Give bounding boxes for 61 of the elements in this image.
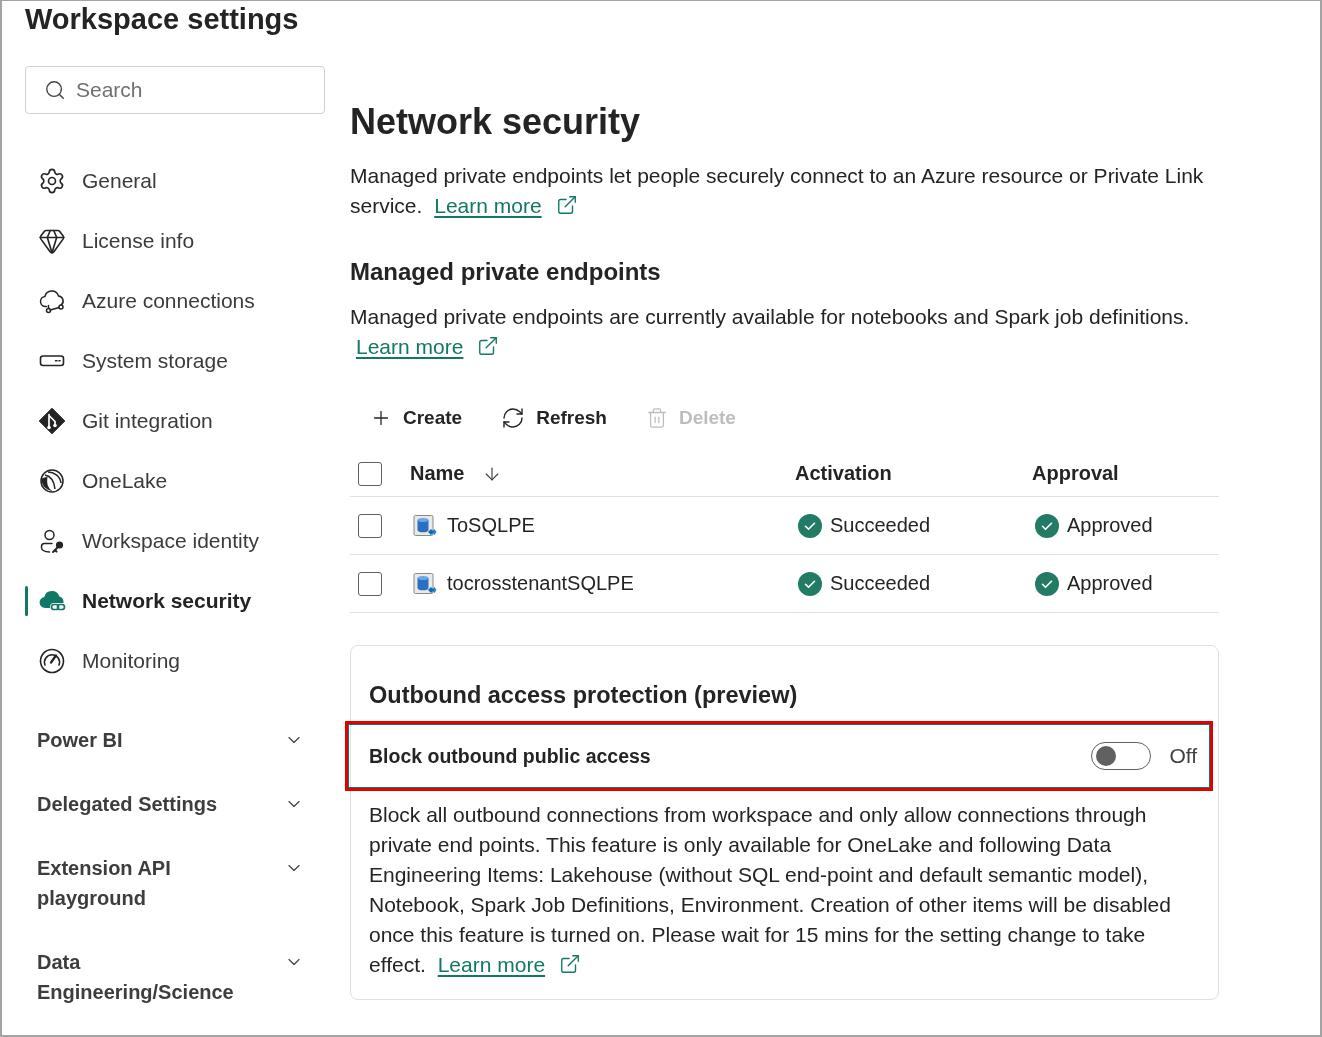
check-circle-icon: [1035, 571, 1059, 596]
selection-indicator: [25, 586, 28, 616]
cloud-nodes-icon: [38, 287, 66, 315]
checkbox[interactable]: [358, 513, 382, 538]
check-circle-icon: [1035, 513, 1059, 538]
gauge-icon: [38, 647, 66, 675]
nav-item[interactable]: License info: [25, 211, 325, 271]
group-header[interactable]: Extension API playground: [25, 836, 325, 930]
refresh-icon: [501, 406, 526, 430]
card-title: Outbound access protection (preview): [369, 681, 799, 710]
learn-more-link[interactable]: Learn more: [434, 194, 542, 217]
learn-more-link[interactable]: Learn more: [437, 953, 546, 976]
toolbar-button[interactable]: Create: [362, 396, 471, 440]
external-link-icon: [555, 194, 578, 216]
endpoint-name: tocrosstenantSQLPE: [447, 572, 634, 595]
database-icon: [413, 513, 437, 538]
column-header[interactable]: Name: [410, 462, 503, 485]
nav-item[interactable]: System storage: [25, 331, 325, 391]
database-icon: [413, 571, 437, 596]
search-field[interactable]: Search: [25, 66, 325, 114]
activation-status: Succeeded: [830, 572, 931, 595]
person-key-icon: [38, 527, 66, 555]
diamond-icon: [38, 227, 66, 255]
checkbox[interactable]: [358, 461, 382, 486]
toggle-state-text: Off: [1169, 744, 1197, 768]
group-header[interactable]: Power BI: [25, 708, 325, 772]
approval-status: Approved: [1067, 514, 1153, 537]
check-circle-icon: [798, 513, 822, 538]
learn-more-link[interactable]: Learn more: [356, 335, 464, 358]
toolbar-button[interactable]: Refresh: [493, 396, 615, 440]
check-circle-icon: [798, 571, 822, 596]
section-text: Managed private endpoints are currently available for notebooks and Spark job definitions. Learn more: [350, 304, 1191, 360]
intro-text: Managed private endpoints let people securely connect to an Azure resource or Private Link service. Learn more: [350, 163, 1205, 219]
page-title: Network security: [350, 100, 642, 144]
swirl-circle-icon: [38, 467, 66, 495]
nav-item[interactable]: Azure connections: [25, 271, 325, 331]
window-title: Workspace settings: [25, 2, 300, 37]
column-header[interactable]: Approval: [1032, 462, 1119, 485]
column-header[interactable]: Activation: [795, 462, 892, 485]
external-link-icon: [477, 335, 500, 357]
endpoint-name: ToSQLPE: [447, 514, 535, 537]
trash-icon: [645, 407, 668, 429]
nav-item[interactable]: Workspace identity: [25, 511, 325, 571]
group-header[interactable]: Delegated Settings: [25, 772, 325, 836]
description-text: Block all outbound connections from workspace and only allow connections through private end points. This feature is only available for OneLake and following Data Engineering Items: Lakehouse (without SQL end-point and default semantic model), Notebook, Spark Job Definitions, Environment. Creation of other items will be disabled once this feature is turned on. Please wait for 15 mins for the setting change to take effect. Learn more: [369, 802, 1172, 978]
toggle-switch[interactable]: [1091, 742, 1152, 770]
nav-item[interactable]: General: [25, 151, 325, 211]
checkbox[interactable]: [358, 571, 382, 596]
nav-item[interactable]: Git integration: [25, 391, 325, 451]
settings-icon: [38, 167, 66, 195]
nav-item[interactable]: Network security: [25, 571, 325, 631]
section-title: Managed private endpoints: [350, 257, 662, 287]
search-icon: [44, 79, 66, 101]
nav-item[interactable]: Monitoring: [25, 631, 325, 691]
branch-diamond-icon: [38, 407, 66, 435]
group-header[interactable]: Data Engineering/Science: [25, 930, 325, 1024]
activation-status: Succeeded: [830, 514, 931, 537]
external-link-icon: [559, 953, 582, 975]
nav-item[interactable]: OneLake: [25, 451, 325, 511]
setting-label: Block outbound public access: [369, 744, 652, 768]
approval-status: Approved: [1067, 572, 1153, 595]
